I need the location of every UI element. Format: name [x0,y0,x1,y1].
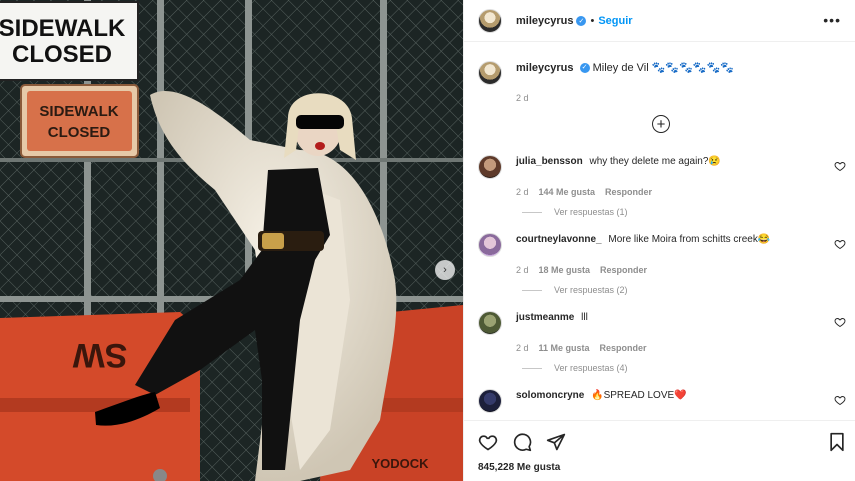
caption-text: Miley de Vil 🐾🐾🐾🐾🐾🐾 [592,62,734,74]
reply-button[interactable]: Responder [600,265,647,275]
comment-body: julia_bensson why they delete me again?😢 [516,155,816,169]
post-photo: SIDEWALK CLOSED SIDEWALK CLOSED SW YODOC… [0,0,463,481]
comment-username[interactable]: solomoncryne [516,390,584,401]
post-panel: mileycyrus ✓ • Seguir ••• mileycyrus ✓ M… [463,0,855,481]
commenter-avatar[interactable] [478,155,502,179]
likes-count[interactable]: 845,228 Me gusta [478,462,560,473]
comment-body: solomoncryne 🔥SPREAD LOVE❤️ [516,389,816,403]
heart-icon[interactable] [834,160,846,172]
more-options-icon[interactable]: ••• [823,12,841,28]
view-replies-button[interactable]: Ver respuestas (1) [522,207,850,217]
header-username[interactable]: mileycyrus [516,15,573,27]
next-photo-button[interactable]: › [435,260,455,280]
comment-body: justmeanme lll⁣⁣⁣⁣⁣⁣⁣⁣⁣⁣⁣⁣⁣⁣⁣⁣ [516,311,816,325]
comment-username[interactable]: justmeanme [516,312,574,323]
comment-text: More like Moira from schitts creek😂 [608,234,771,245]
comment-meta: 2 d 18 Me gusta Responder [516,265,850,275]
load-more-comments-button[interactable]: + [652,115,670,133]
view-replies-label: Ver respuestas (1) [554,207,628,217]
separator-dot: • [590,14,595,27]
comment-body: courtneylavonne_ More like Moira from sc… [516,233,816,247]
comment-text: 🔥SPREAD LOVE❤️ [591,390,687,401]
comment-likes[interactable]: 18 Me gusta [539,265,591,275]
save-bookmark-button[interactable] [828,432,846,452]
caption-username[interactable]: mileycyrus [516,62,573,74]
verified-badge-icon: ✓ [576,15,587,26]
follow-button[interactable]: Seguir [598,15,632,27]
view-replies-button[interactable]: Ver respuestas (2) [522,285,850,295]
caption-text-block: mileycyrus ✓ Miley de Vil 🐾🐾🐾🐾🐾🐾 [516,61,734,75]
comment-text: lll⁣⁣⁣⁣⁣⁣⁣⁣⁣⁣⁣⁣⁣⁣⁣⁣ [581,312,588,323]
replies-divider [522,211,542,213]
comment-time[interactable]: 2 d [516,265,529,275]
sign-top-line2: CLOSED [12,41,112,68]
view-replies-label: Ver respuestas (2) [554,285,628,295]
sign-orange-line2: CLOSED [48,124,111,141]
comment-time[interactable]: 2 d [516,343,529,353]
commenter-avatar[interactable] [478,311,502,335]
avatar[interactable] [478,8,502,33]
sign-orange-line1: SIDEWALK [39,103,118,120]
comment-item: julia_bensson why they delete me again?😢… [478,155,850,233]
comment-text: why they delete me again?😢 [589,156,721,167]
post-header: mileycyrus ✓ • Seguir ••• [464,0,855,42]
comment-username[interactable]: courtneylavonne_ [516,234,602,245]
action-bar: 845,228 Me gusta [464,420,855,481]
comment-meta: 2 d 11 Me gusta Responder [516,343,850,353]
comment-likes[interactable]: 144 Me gusta [539,187,596,197]
comment-bubble-icon[interactable] [512,432,532,452]
heart-icon[interactable] [834,238,846,250]
comment-likes[interactable]: 11 Me gusta [539,343,590,353]
comment-item: justmeanme lll⁣⁣⁣⁣⁣⁣⁣⁣⁣⁣⁣⁣⁣⁣⁣⁣ 2 d 11 Me… [478,311,850,389]
plus-icon: + [656,115,666,133]
commenter-avatar[interactable] [478,233,502,257]
barrier-text: SW [72,336,128,374]
comment-item: courtneylavonne_ More like Moira from sc… [478,233,850,311]
post-caption: mileycyrus ✓ Miley de Vil 🐾🐾🐾🐾🐾🐾 2 d [478,61,838,103]
replies-divider [522,367,542,369]
verified-badge-icon: ✓ [579,63,590,74]
comment-meta: 2 d 144 Me gusta Responder [516,187,850,197]
like-heart-icon[interactable] [478,432,498,452]
action-icons [478,432,566,452]
view-replies-label: Ver respuestas (4) [554,363,628,373]
barrier-brand: YODOCK [371,456,429,471]
chevron-right-icon: › [443,264,447,276]
bookmark-icon [830,432,844,452]
reply-button[interactable]: Responder [605,187,652,197]
caption-avatar[interactable] [478,61,502,85]
comment-time[interactable]: 2 d [516,187,529,197]
comment-username[interactable]: julia_bensson [516,156,583,167]
heart-icon[interactable] [834,394,846,406]
photo-illustration: SIDEWALK CLOSED SIDEWALK CLOSED SW YODOC… [0,0,463,481]
share-send-icon[interactable] [546,432,566,452]
caption-time[interactable]: 2 d [516,93,838,103]
reply-button[interactable]: Responder [600,343,647,353]
heart-icon[interactable] [834,316,846,328]
sign-top-line1: SIDEWALK [0,15,126,42]
replies-divider [522,289,542,291]
view-replies-button[interactable]: Ver respuestas (4) [522,363,850,373]
commenter-avatar[interactable] [478,389,502,413]
